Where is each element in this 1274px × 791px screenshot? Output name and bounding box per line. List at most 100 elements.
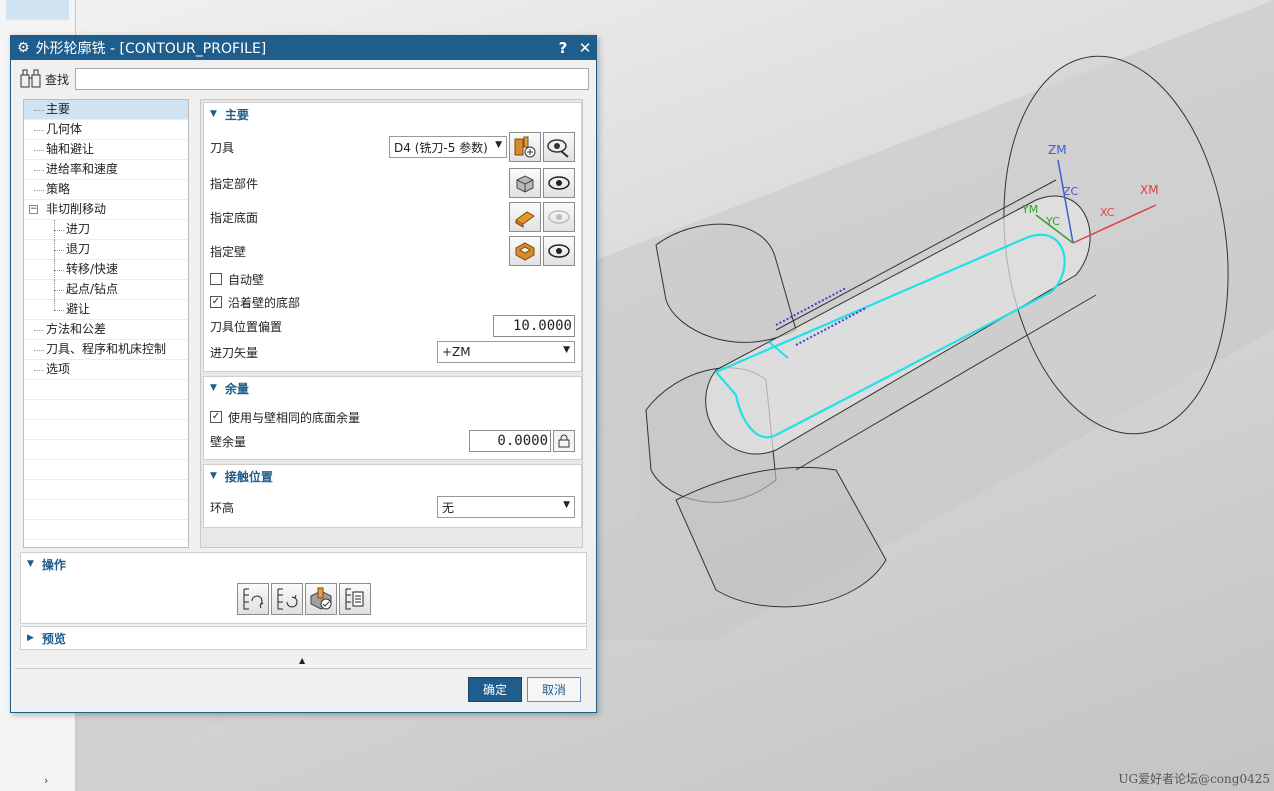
- stock-group: ▼ 余量 ✓ 使用与壁相同的底面余量 壁余量 0.0000: [203, 376, 582, 460]
- expand-caret-icon: ▼: [210, 471, 217, 481]
- ring-height-row: 环高 无 ▼: [210, 495, 575, 519]
- chevron-down-icon: ▼: [563, 345, 570, 355]
- cancel-button[interactable]: 取消: [527, 677, 581, 702]
- along-wall-label: 沿着壁的底部: [228, 295, 301, 310]
- auto-wall-checkbox[interactable]: [210, 273, 222, 285]
- main-group-header[interactable]: ▼ 主要: [204, 103, 581, 125]
- options-tree: 主要 几何体 轴和避让 进给率和速度 策略 − 非切削移动 进刀 退刀 转移/快速…: [23, 99, 189, 548]
- axis-zm-label: ZM: [1048, 143, 1067, 157]
- collapse-up-icon[interactable]: ▲: [299, 656, 305, 665]
- specify-part-label: 指定部件: [210, 176, 259, 191]
- auto-wall-label: 自动壁: [228, 272, 265, 287]
- same-stock-label: 使用与壁相同的底面余量: [228, 410, 361, 425]
- tree-item-non-cutting-moves[interactable]: − 非切削移动: [24, 200, 188, 220]
- chevron-down-icon: ▼: [495, 140, 502, 150]
- watermark: UG爱好者论坛@cong0425: [1118, 772, 1270, 786]
- replay-button[interactable]: [271, 583, 303, 615]
- axis-ym-label: YM: [1021, 203, 1038, 216]
- specify-wall-label: 指定壁: [210, 244, 247, 259]
- specify-part-row: 指定部件: [210, 167, 575, 199]
- wall-stock-input[interactable]: 0.0000: [469, 430, 551, 452]
- feed-vector-select[interactable]: +ZM ▼: [437, 341, 575, 363]
- tool-offset-label: 刀具位置偏置: [210, 319, 283, 334]
- tree-item-avoidance[interactable]: 避让: [24, 300, 188, 320]
- display-floor-eye-icon[interactable]: [543, 202, 575, 232]
- tool-label: 刀具: [210, 140, 235, 155]
- search-input[interactable]: [75, 68, 589, 90]
- edit-tool-button[interactable]: [543, 132, 575, 162]
- search-row: 查找: [19, 67, 589, 91]
- axis-xm-label: XM: [1140, 183, 1159, 197]
- stock-group-header[interactable]: ▼ 余量: [204, 377, 581, 399]
- operations-group: ▼ 操作: [20, 552, 587, 624]
- tree-item-tool-program-machine[interactable]: 刀具、程序和机床控制: [24, 340, 188, 360]
- tree-item-strategy[interactable]: 策略: [24, 180, 188, 200]
- dialog-title: 外形轮廓铣 - [CONTOUR_PROFILE]: [35, 41, 267, 57]
- main-group: ▼ 主要 刀具 D4 (铣刀-5 参数) ▼ 指定部件 指定底面 指定壁 自动壁…: [203, 102, 582, 372]
- contact-group: ▼ 接触位置 环高 无 ▼: [203, 464, 582, 528]
- axis-xc-label: XC: [1100, 206, 1115, 219]
- ring-height-label: 环高: [210, 500, 235, 515]
- tool-offset-row: 刀具位置偏置 10.0000: [210, 314, 575, 338]
- ring-height-select[interactable]: 无 ▼: [437, 496, 575, 518]
- tree-item-engage[interactable]: 进刀: [24, 220, 188, 240]
- wall-stock-row: 壁余量 0.0000: [210, 429, 575, 453]
- contact-group-header[interactable]: ▼ 接触位置: [204, 465, 581, 487]
- tree-item-transfer-rapid[interactable]: 转移/快速: [24, 260, 188, 280]
- specify-wall-row: 指定壁: [210, 235, 575, 267]
- new-tool-button[interactable]: [509, 132, 541, 162]
- preview-group: ▶ 预览: [20, 626, 587, 650]
- gear-icon: ⚙: [17, 40, 30, 56]
- tool-select[interactable]: D4 (铣刀-5 参数) ▼: [389, 136, 507, 158]
- scroll-right-icon[interactable]: ›: [44, 774, 48, 787]
- axis-zc-label: ZC: [1063, 185, 1079, 198]
- feed-vector-label: 进刀矢量: [210, 345, 259, 360]
- display-wall-eye-icon[interactable]: [543, 236, 575, 266]
- select-wall-button[interactable]: [509, 236, 541, 266]
- tool-row: 刀具 D4 (铣刀-5 参数) ▼: [210, 131, 575, 163]
- binoculars-icon: [19, 69, 45, 89]
- tree-item-start-drill-points[interactable]: 起点/钻点: [24, 280, 188, 300]
- close-button[interactable]: ✕: [574, 39, 596, 57]
- tree-item-main[interactable]: 主要: [24, 100, 188, 120]
- tool-offset-input[interactable]: 10.0000: [493, 315, 575, 337]
- ok-button[interactable]: 确定: [468, 677, 522, 702]
- divider: [15, 668, 592, 669]
- specify-floor-label: 指定底面: [210, 210, 259, 225]
- verify-button[interactable]: [305, 583, 337, 615]
- along-wall-row[interactable]: ✓ 沿着壁的底部: [210, 290, 575, 314]
- options-panel: ▼ 主要 刀具 D4 (铣刀-5 参数) ▼ 指定部件 指定底面 指定壁 自动壁…: [200, 99, 583, 548]
- tree-item-geometry[interactable]: 几何体: [24, 120, 188, 140]
- axis-yc-label: YC: [1045, 215, 1060, 228]
- collapsed-caret-icon: ▶: [27, 633, 34, 643]
- display-part-eye-icon[interactable]: [543, 168, 575, 198]
- preview-group-header[interactable]: ▶ 预览: [21, 627, 586, 649]
- collapse-icon[interactable]: −: [29, 205, 38, 214]
- select-part-button[interactable]: [509, 168, 541, 198]
- same-stock-row[interactable]: ✓ 使用与壁相同的底面余量: [210, 405, 575, 429]
- auto-wall-row[interactable]: 自动壁: [210, 267, 575, 291]
- list-button[interactable]: [339, 583, 371, 615]
- help-button[interactable]: ?: [552, 39, 574, 57]
- tree-item-feeds-speeds[interactable]: 进给率和速度: [24, 160, 188, 180]
- contour-profile-dialog: ⚙ 外形轮廓铣 - [CONTOUR_PROFILE] ? ✕ 查找 主要 几何…: [10, 35, 597, 713]
- same-stock-checkbox[interactable]: ✓: [210, 411, 222, 423]
- along-wall-checkbox[interactable]: ✓: [210, 296, 222, 308]
- dialog-titlebar[interactable]: ⚙ 外形轮廓铣 - [CONTOUR_PROFILE] ? ✕: [11, 36, 596, 60]
- tree-item-method-tolerance[interactable]: 方法和公差: [24, 320, 188, 340]
- wall-stock-label: 壁余量: [210, 434, 247, 449]
- operations-group-header[interactable]: ▼ 操作: [21, 553, 586, 575]
- select-floor-button[interactable]: [509, 202, 541, 232]
- lock-icon[interactable]: [553, 430, 575, 452]
- tree-item-retract[interactable]: 退刀: [24, 240, 188, 260]
- tree-item-options[interactable]: 选项: [24, 360, 188, 380]
- feed-vector-row: 进刀矢量 +ZM ▼: [210, 340, 575, 364]
- chevron-down-icon: ▼: [563, 500, 570, 510]
- search-label: 查找: [45, 72, 70, 87]
- generate-button[interactable]: [237, 583, 269, 615]
- specify-floor-row: 指定底面: [210, 201, 575, 233]
- tree-item-axis-avoid[interactable]: 轴和避让: [24, 140, 188, 160]
- expand-caret-icon: ▼: [210, 383, 217, 393]
- expand-caret-icon: ▼: [27, 559, 34, 569]
- expand-caret-icon: ▼: [210, 109, 217, 119]
